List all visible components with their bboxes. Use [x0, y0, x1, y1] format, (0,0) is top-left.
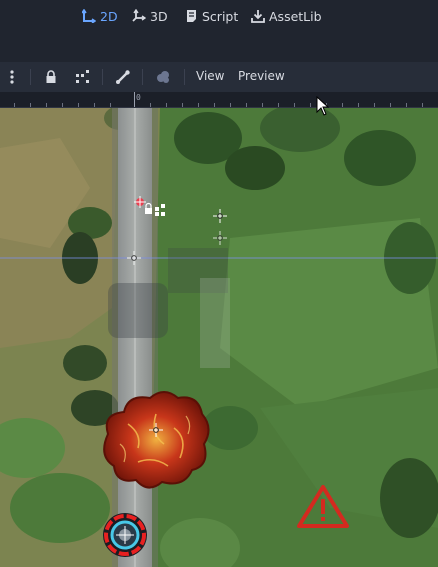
- workspace-script-label: Script: [202, 8, 239, 24]
- mouse-pointer-icon: [316, 95, 330, 120]
- satellite-map-scene: [0, 108, 438, 567]
- script-icon: [184, 9, 198, 23]
- pivot-marker-icon[interactable]: [212, 208, 228, 228]
- editor-tabs-area: [0, 32, 438, 62]
- toolbar-separator: [184, 69, 185, 85]
- workspace-script-button[interactable]: Script: [184, 6, 238, 26]
- canvas-toolbar: View Preview: [0, 62, 438, 92]
- pivot-marker-icon[interactable]: [126, 250, 142, 270]
- lock-icon[interactable]: [42, 67, 60, 87]
- skeleton-icon[interactable]: [114, 67, 132, 87]
- workspace-2d-button[interactable]: 2D: [82, 6, 118, 26]
- horizontal-ruler[interactable]: 0: [0, 92, 438, 108]
- pivot-marker-icon[interactable]: [148, 422, 164, 442]
- workspace-3d-button[interactable]: 3D: [132, 6, 168, 26]
- preview-menu[interactable]: Preview: [238, 69, 285, 83]
- workspace-2d-label: 2D: [100, 8, 118, 24]
- assetlib-icon: [251, 9, 265, 23]
- 2d-icon: [82, 9, 96, 23]
- group-icon[interactable]: [74, 67, 92, 87]
- workspace-assetlib-label: AssetLib: [269, 8, 322, 24]
- workspace-assetlib-button[interactable]: AssetLib: [251, 6, 322, 26]
- target-sprite[interactable]: [102, 512, 148, 562]
- node-lock-icon[interactable]: [131, 194, 171, 222]
- pivot-marker-icon[interactable]: [212, 230, 228, 250]
- 3d-icon: [132, 9, 146, 23]
- warning-icon[interactable]: [296, 484, 350, 534]
- workspace-bar: 2D 3D Script AssetLib: [0, 0, 438, 32]
- canvas-viewport[interactable]: [0, 108, 438, 567]
- toolbar-separator: [30, 69, 31, 85]
- toolbar-separator: [102, 69, 103, 85]
- view-menu[interactable]: View: [196, 69, 224, 83]
- ruler-origin-label: 0: [136, 93, 141, 102]
- particles-icon[interactable]: [154, 67, 172, 87]
- more-options-icon[interactable]: [6, 67, 18, 87]
- toolbar-separator: [142, 69, 143, 85]
- workspace-3d-label: 3D: [150, 8, 168, 24]
